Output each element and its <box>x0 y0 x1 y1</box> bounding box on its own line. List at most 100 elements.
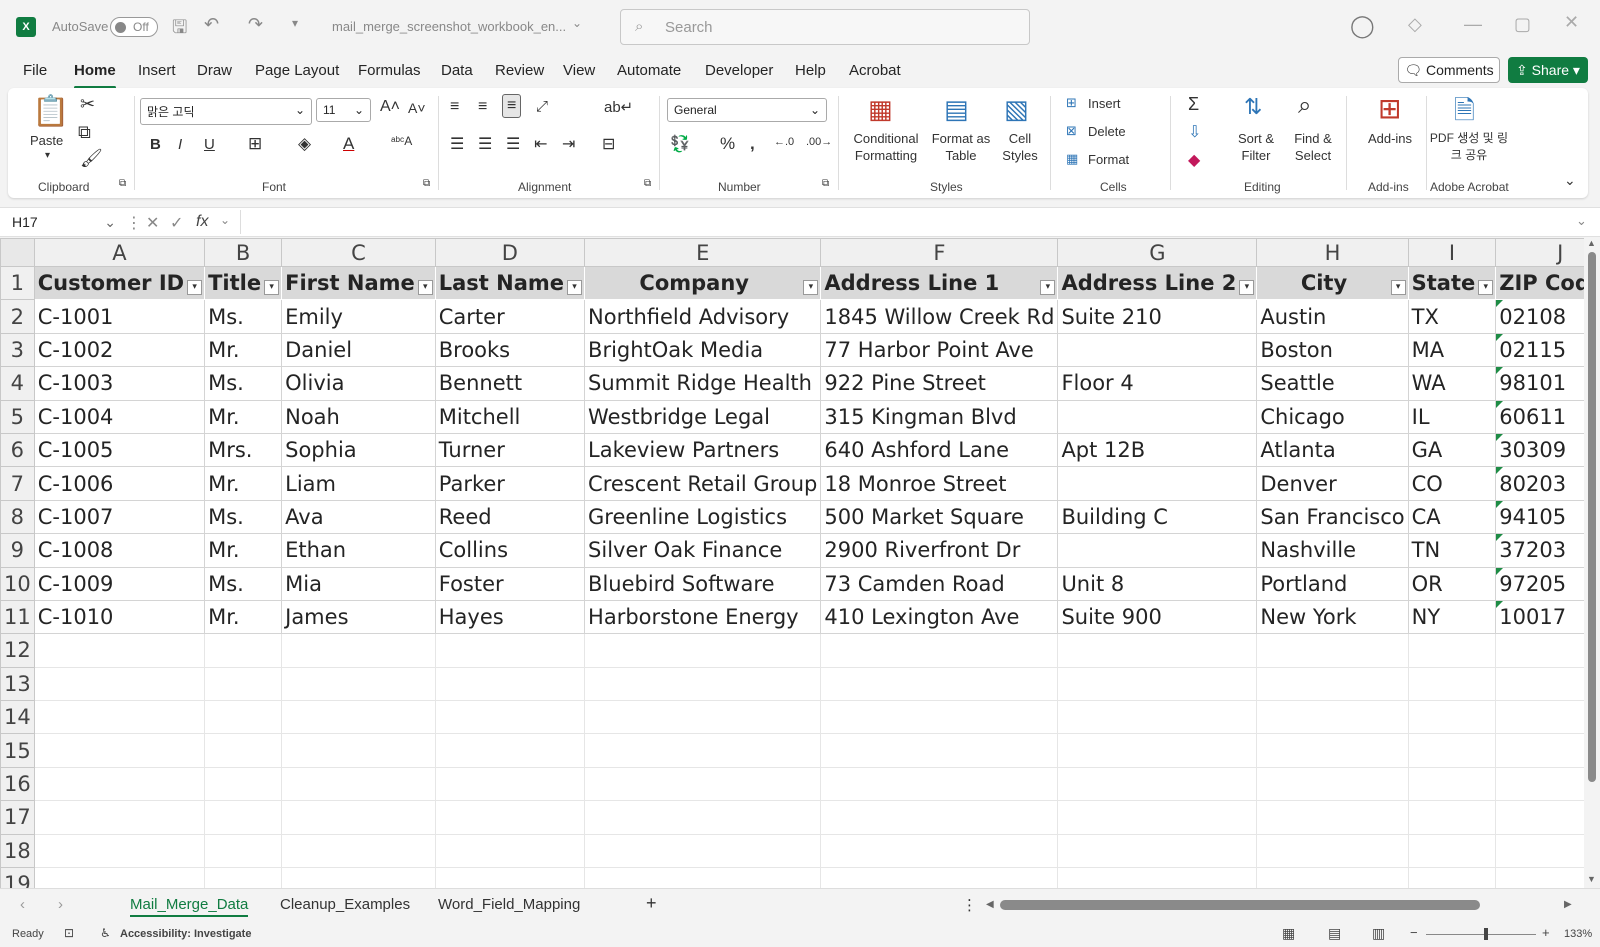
empty-cell[interactable] <box>584 733 822 768</box>
empty-cell[interactable] <box>281 800 436 835</box>
table-cell[interactable]: Westbridge Legal <box>584 399 822 434</box>
empty-cell[interactable] <box>820 633 1059 668</box>
prev-sheet-icon[interactable]: ‹ <box>20 896 25 913</box>
number-format-select[interactable]: General ⌄ <box>667 98 827 122</box>
accessibility-icon[interactable]: ♿ <box>100 926 111 940</box>
table-cell[interactable]: Denver <box>1256 466 1409 501</box>
name-box[interactable]: H17 ⌄ <box>8 211 120 235</box>
table-cell[interactable]: IL <box>1407 399 1497 434</box>
scroll-thumb[interactable] <box>1588 252 1596 782</box>
table-cell[interactable]: Suite 210 <box>1057 299 1258 334</box>
menu-developer[interactable]: Developer <box>705 62 773 79</box>
table-cell[interactable]: Bluebird Software <box>584 566 822 601</box>
format-as-table-icon[interactable]: ▤ <box>944 94 969 125</box>
menu-insert[interactable]: Insert <box>138 62 176 79</box>
decrease-font-icon[interactable]: A˅ <box>408 100 426 116</box>
add-ins-icon[interactable]: ⊞ <box>1378 92 1401 125</box>
customize-toolbar-icon[interactable]: ▾ <box>292 16 298 30</box>
format-as-table-button[interactable]: Format as Table <box>928 130 994 164</box>
align-top-icon[interactable]: ≡ <box>450 98 459 116</box>
dialog-launcher-icon[interactable]: ⧉ <box>119 178 126 189</box>
table-cell[interactable]: Suite 900 <box>1057 599 1258 635</box>
empty-cell[interactable] <box>204 633 283 668</box>
error-indicator-icon[interactable] <box>1496 434 1504 441</box>
undo-icon[interactable]: ↶ <box>204 14 219 35</box>
empty-cell[interactable] <box>584 633 822 668</box>
empty-cell[interactable] <box>434 833 586 869</box>
table-cell[interactable]: 1845 Willow Creek Rd <box>820 299 1059 334</box>
accounting-format-icon[interactable]: 💱 <box>670 134 690 154</box>
column-header-b[interactable]: B <box>204 238 283 267</box>
comments-button[interactable]: 🗨 Comments <box>1398 57 1500 83</box>
table-cell[interactable]: Mr. <box>204 533 283 568</box>
table-cell[interactable]: Liam <box>281 466 436 501</box>
empty-cell[interactable] <box>584 800 822 835</box>
add-ins-button[interactable]: Add-ins <box>1358 130 1422 147</box>
empty-cell[interactable] <box>584 666 822 702</box>
filter-dropdown-icon[interactable]: ▾ <box>1040 280 1056 295</box>
table-header-cell[interactable]: Address Line 2 ▾ <box>1057 265 1258 301</box>
scroll-thumb[interactable] <box>1000 900 1480 910</box>
empty-cell[interactable] <box>1256 867 1409 888</box>
chevron-down-icon[interactable]: ⌄ <box>220 213 230 227</box>
table-cell[interactable]: C-1005 <box>33 432 206 468</box>
menu-data[interactable]: Data <box>441 62 473 79</box>
row-number[interactable]: 2 <box>0 299 35 334</box>
empty-cell[interactable] <box>1407 867 1497 888</box>
table-cell[interactable]: 500 Market Square <box>820 499 1059 535</box>
table-cell[interactable]: Chicago <box>1256 399 1409 434</box>
phonetic-icon[interactable]: ᵃᵇᶜA <box>391 134 412 148</box>
empty-cell[interactable] <box>1407 800 1497 835</box>
error-indicator-icon[interactable] <box>1496 367 1504 375</box>
table-cell[interactable]: C-1007 <box>33 499 206 535</box>
empty-cell[interactable] <box>33 800 206 835</box>
empty-cell[interactable] <box>204 833 283 869</box>
table-cell[interactable]: San Francisco <box>1256 499 1409 535</box>
copy-icon[interactable]: ⧉ <box>78 122 91 143</box>
normal-view-icon[interactable]: ▦ <box>1282 925 1295 942</box>
empty-cell[interactable] <box>33 666 206 702</box>
row-number[interactable]: 14 <box>0 700 35 735</box>
menu-acrobat[interactable]: Acrobat <box>849 62 901 79</box>
row-number[interactable]: 5 <box>0 399 35 434</box>
macro-record-icon[interactable]: ⊡ <box>64 926 74 940</box>
insert-cells-button[interactable]: Insert <box>1088 96 1121 111</box>
empty-cell[interactable] <box>1256 700 1409 735</box>
sort-filter-icon[interactable]: ⇅ <box>1244 94 1262 120</box>
restore-icon[interactable]: ▢ <box>1514 14 1531 35</box>
add-sheet-icon[interactable]: + <box>646 893 657 914</box>
dialog-launcher-icon[interactable]: ⧉ <box>822 178 829 189</box>
table-cell[interactable]: TX <box>1407 299 1497 334</box>
accessibility-status[interactable]: Accessibility: Investigate <box>120 928 251 940</box>
pdf-create-share-button[interactable]: PDF 생성 및 링크 공유 <box>1428 130 1510 164</box>
find-select-button[interactable]: Find & Select <box>1286 130 1340 164</box>
table-cell[interactable]: Ava <box>281 499 436 535</box>
empty-cell[interactable] <box>33 733 206 768</box>
row-number[interactable]: 10 <box>0 566 35 601</box>
table-cell[interactable]: 315 Kingman Blvd <box>820 399 1059 434</box>
empty-cell[interactable] <box>281 666 436 702</box>
table-cell[interactable]: C-1010 <box>33 599 206 635</box>
table-cell[interactable]: Austin <box>1256 299 1409 334</box>
next-sheet-icon[interactable]: › <box>58 896 63 913</box>
filter-dropdown-icon[interactable]: ▾ <box>1390 280 1406 295</box>
table-cell[interactable]: Boston <box>1256 332 1409 368</box>
table-cell[interactable]: Crescent Retail Group <box>584 466 822 501</box>
find-select-icon[interactable]: ⌕ <box>1298 92 1311 120</box>
table-cell[interactable]: Bennett <box>434 366 586 401</box>
empty-cell[interactable] <box>584 833 822 869</box>
row-number[interactable]: 17 <box>0 800 35 835</box>
table-cell[interactable]: Mr. <box>204 399 283 434</box>
autosum-icon[interactable]: Σ <box>1188 94 1199 115</box>
table-cell[interactable] <box>1057 399 1258 434</box>
table-cell[interactable]: Portland <box>1256 566 1409 601</box>
empty-cell[interactable] <box>434 867 586 888</box>
format-cells-button[interactable]: Format <box>1088 152 1129 167</box>
row-number[interactable]: 8 <box>0 499 35 535</box>
table-header-cell[interactable]: First Name ▾ <box>281 265 436 301</box>
empty-cell[interactable] <box>281 833 436 869</box>
empty-cell[interactable] <box>1057 700 1258 735</box>
table-cell[interactable]: James <box>281 599 436 635</box>
conditional-formatting-button[interactable]: Conditional Formatting <box>846 130 926 164</box>
more-options-icon[interactable]: ⋮ <box>126 213 142 233</box>
